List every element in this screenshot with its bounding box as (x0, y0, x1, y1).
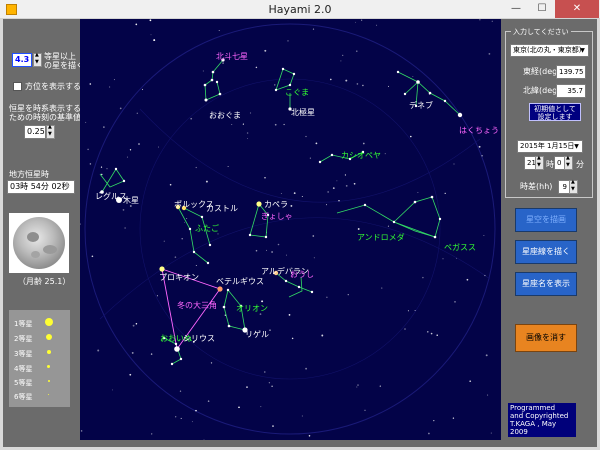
label-kogoma: こぐま (285, 88, 309, 97)
label-oushi: おうし (290, 270, 314, 279)
set-initial-label-2: 設定します (537, 113, 573, 121)
capella-star (256, 201, 262, 207)
credits-line-4: 2009 (510, 428, 528, 436)
date-value: 2015年 1月15日 (520, 142, 575, 150)
magnitude-spinner[interactable] (33, 52, 42, 67)
minute-spinner[interactable] (564, 155, 573, 170)
direction-label: 方位を表示する (25, 82, 81, 91)
label-hokuto: 北斗七星 (216, 52, 248, 61)
timediff-spinner[interactable] (569, 179, 578, 194)
betelgeuse-star (217, 286, 223, 292)
credits-box: Programmed and Copyrighted T.KAGA , May … (508, 403, 576, 437)
legend-label-mag1: 1等星 (14, 320, 33, 328)
legend-label-mag5: 5等星 (14, 379, 33, 387)
star-dot-icon (47, 365, 50, 368)
label-hokkyoku: 北極星 (291, 108, 315, 117)
title-bar: Hayami 2.0 — ☐ ✕ (0, 0, 600, 19)
label-orion: オリオン (236, 304, 268, 313)
set-initial-button[interactable]: 初期値として 設定します (529, 103, 581, 121)
draw-constellation-lines-button[interactable]: 星座線を描く (515, 240, 577, 264)
legend-label-mag6: 6等星 (14, 393, 33, 401)
label-cassiopeia: カシオペヤ (341, 151, 381, 160)
label-deneb: デネブ (409, 101, 433, 110)
timediff-label: 時差(hh) (520, 182, 553, 191)
moon-age-label: （月齢 25.1） (18, 277, 71, 286)
magnitude-label-1: 等星以上 (44, 52, 76, 61)
legend-label-mag3: 3等星 (14, 350, 33, 358)
date-picker[interactable]: 2015年 1月15日 ▼ (517, 140, 583, 153)
latitude-input[interactable]: 35.7 (556, 84, 586, 98)
chevron-down-icon: ▼ (574, 143, 579, 150)
label-andromeda: アンドロメダ (357, 233, 405, 242)
minute-unit: 分 (576, 160, 584, 169)
deneb-star (457, 112, 463, 118)
hour-spinner[interactable] (535, 155, 544, 170)
label-capella: カペラ (264, 200, 288, 209)
direction-checkbox[interactable] (13, 82, 22, 91)
moon-phase-image (9, 213, 69, 273)
credits-line-3: T.KAGA , May (510, 420, 557, 428)
label-winter-triangle: 冬の大三角 (177, 301, 217, 310)
star-dot-icon (48, 380, 50, 382)
label-pegasus: ペガスス (444, 243, 476, 252)
label-ookuma: おおぐま (209, 111, 241, 120)
sirius-star (174, 346, 180, 352)
hour-unit: 時 (546, 160, 554, 169)
star-dot-icon (45, 318, 53, 326)
interval-spinner[interactable] (46, 124, 55, 139)
input-group-title: 入力してください (511, 27, 571, 37)
set-initial-label-1: 初期値として (534, 105, 576, 113)
label-rigel: リゲル (245, 330, 269, 339)
latitude-label: 北緯(deg) (523, 86, 561, 95)
moon-icon (13, 217, 65, 269)
star-dot-icon (46, 334, 52, 340)
legend-label-mag2: 2等星 (14, 335, 33, 343)
location-select[interactable]: 東京(北の丸・東京都) ▼ (510, 44, 589, 57)
label-castor: カストル (206, 204, 238, 213)
label-procyon: プロキオン (159, 273, 199, 282)
label-jupiter: 木星 (123, 196, 139, 205)
legend-label-mag4: 4等星 (14, 365, 33, 373)
procyon-star (159, 266, 165, 272)
magnitude-label-2: の星を描く (44, 61, 84, 70)
star-dot-icon (47, 350, 51, 354)
credits-line-2: and Copyrighted (510, 412, 569, 420)
sidereal-time-field: 03時 54分 02秒 (7, 180, 75, 194)
label-sirius: シリウス (183, 334, 215, 343)
star-chart-canvas (80, 19, 496, 440)
label-betelgeuse: ベテルギウス (216, 277, 264, 286)
label-hakucho: はくちょう (459, 126, 499, 135)
star-chart[interactable]: 北斗七星 おおぐま こぐま 北極星 デネブ はくちょう カシオペヤ レグルス 木… (80, 19, 501, 440)
draw-sky-button[interactable]: 星空を描画 (515, 208, 577, 232)
label-futago: ふたご (195, 224, 219, 233)
longitude-input[interactable]: 139.75 (556, 65, 586, 79)
chevron-down-icon: ▼ (580, 47, 585, 54)
location-value: 東京(北の丸・東京都) (513, 46, 582, 54)
maximize-button[interactable]: ☐ (529, 0, 555, 18)
show-constellation-names-button[interactable]: 星座名を表示 (515, 272, 577, 296)
longitude-label: 東経(deg) (523, 67, 561, 76)
credits-line-1: Programmed (510, 404, 556, 412)
interval-input[interactable]: 0.25 (24, 125, 46, 139)
clear-image-button[interactable]: 画像を消す (515, 324, 577, 352)
minimize-button[interactable]: — (503, 0, 529, 18)
sidereal-label: 地方恒星時 (9, 170, 49, 179)
magnitude-legend: 1等星 2等星 3等星 4等星 5等星 6等星 (9, 310, 70, 407)
label-gyosha: ぎょしゃ (261, 212, 293, 221)
magnitude-input[interactable]: 4.3 (12, 53, 32, 67)
interval-label-1: 恒星を時系表示する (9, 104, 81, 113)
star-dot-icon (48, 394, 49, 395)
close-button[interactable]: ✕ (555, 0, 599, 18)
interval-label-2: ための時刻の基準値 (9, 113, 81, 122)
